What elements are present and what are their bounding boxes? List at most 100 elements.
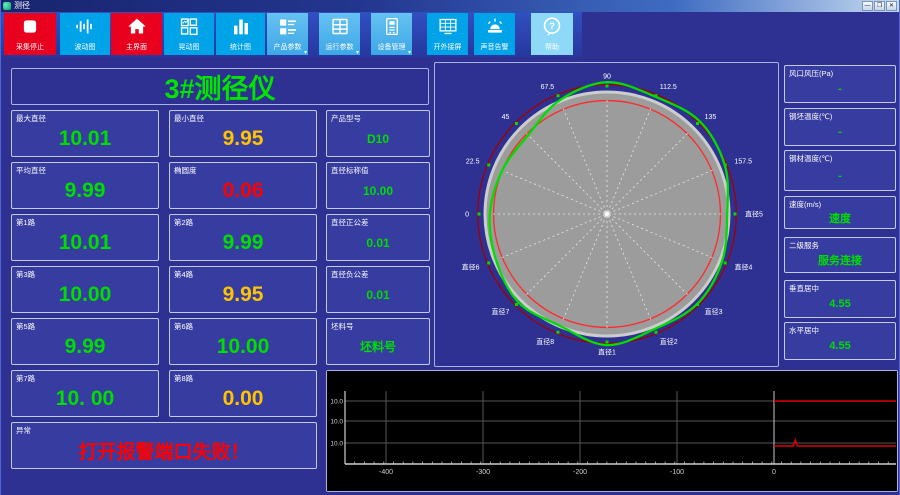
- close-button[interactable]: ✕: [886, 1, 897, 11]
- chevron-down-icon: ▾: [355, 50, 359, 56]
- btn-shake-chart[interactable]: 晃动图: [164, 13, 214, 55]
- metric-cell: 坯料号 坯料号: [326, 318, 430, 365]
- toolbar-button-label: 运行参数: [325, 44, 354, 51]
- metric-cell: 直径标称值 10.00: [326, 162, 430, 209]
- svg-text:0: 0: [465, 212, 469, 219]
- trend-chart-panel: -400 -300 -200 -100 0 10.0 10.0 10.0: [326, 370, 898, 492]
- svg-text:10.0: 10.0: [330, 399, 343, 406]
- svg-text:10.0: 10.0: [330, 441, 343, 448]
- svg-text:直径6: 直径6: [462, 262, 480, 271]
- minimize-button[interactable]: —: [862, 1, 873, 11]
- metric-value: D10: [366, 131, 389, 146]
- toolbar-button-label: 帮助: [545, 44, 559, 51]
- metric-cell: 第8路 0.00: [169, 370, 317, 417]
- svg-text:直径4: 直径4: [734, 262, 752, 271]
- btn-sound-alarm[interactable]: 声音告警: [474, 13, 515, 55]
- screen-icon: [437, 16, 458, 37]
- btn-main-screen[interactable]: 主界面: [111, 13, 162, 55]
- svg-text:112.5: 112.5: [660, 84, 677, 91]
- svg-text:直径2: 直径2: [660, 337, 678, 346]
- svg-text:-200: -200: [573, 469, 587, 476]
- svg-text:直径3: 直径3: [705, 307, 723, 316]
- stop-icon: [20, 16, 41, 37]
- waveform-icon: [75, 16, 96, 37]
- metric-value: 0.06: [222, 178, 264, 202]
- app-icon: [3, 2, 11, 10]
- trend-chart: -400 -300 -200 -100 0 10.0 10.0 10.0: [327, 371, 897, 491]
- metric-cell: 第7路 10. 00: [11, 370, 159, 417]
- metric-cell: 速度(m/s) 速度: [784, 196, 896, 229]
- svg-text:90: 90: [603, 74, 611, 81]
- toolbar-button-label: 设备管理: [377, 44, 406, 51]
- metric-cell: 第6路 10.00: [169, 318, 317, 365]
- metric-value: -: [838, 126, 842, 138]
- help-icon: ?: [542, 16, 563, 37]
- metric-value: 0.01: [366, 287, 390, 302]
- gauge-title-panel: 3#测径仪: [11, 68, 429, 105]
- metric-value: 服务连接: [818, 255, 862, 267]
- btn-product-params[interactable]: 产品参数 ▾: [267, 13, 308, 56]
- alarm-panel: 异常 打开报警端口失败！: [11, 422, 317, 469]
- svg-text:157.5: 157.5: [734, 159, 752, 166]
- metric-value: 9.99: [222, 230, 264, 254]
- metric-cell: 钢坯温度(℃) -: [784, 108, 896, 146]
- window-title: 测径: [14, 1, 30, 10]
- svg-text:10.0: 10.0: [330, 419, 343, 426]
- metric-value: 9.95: [222, 126, 264, 150]
- svg-text:-400: -400: [379, 469, 393, 476]
- btn-stats-chart[interactable]: 统计图: [216, 13, 265, 55]
- metric-cell: 第1路 10.01: [11, 214, 159, 261]
- btn-wave-chart[interactable]: 波动图: [60, 13, 110, 55]
- svg-text:22.5: 22.5: [466, 159, 480, 166]
- svg-text:0: 0: [772, 469, 776, 476]
- btn-help[interactable]: ? 帮助: [531, 13, 573, 55]
- grid-icon: [329, 16, 350, 37]
- metric-value: -: [838, 169, 842, 182]
- metric-cell: 第4路 9.95: [169, 266, 317, 313]
- metric-value: 10.01: [58, 230, 112, 254]
- svg-text:-300: -300: [476, 469, 490, 476]
- metric-value: 10.00: [216, 334, 270, 358]
- metric-cell: 第2路 9.99: [169, 214, 317, 261]
- metric-cell: 第3路 10.00: [11, 266, 159, 313]
- multiwindow-icon: [179, 16, 200, 37]
- toolbar-button-label: 晃动图: [178, 44, 200, 51]
- metric-value: 4.55: [829, 298, 851, 310]
- chevron-down-icon: ▾: [303, 50, 307, 56]
- btn-run-params[interactable]: 运行参数 ▾: [319, 13, 360, 56]
- metric-cell: 最小直径 9.95: [169, 110, 317, 157]
- metric-value: 10. 00: [55, 386, 115, 410]
- metric-cell: 水平居中 4.55: [784, 322, 896, 360]
- titlebar: 测径 — ❐ ✕: [1, 0, 899, 12]
- btn-stop-collect[interactable]: 采集停止: [4, 13, 56, 55]
- metric-cell: 垂直居中 4.55: [784, 280, 896, 318]
- svg-text:-100: -100: [670, 469, 684, 476]
- restore-button[interactable]: ❐: [874, 1, 885, 11]
- diameter-gauge-window: 测径 — ❐ ✕ 采集停止 波动图 主界面 晃动图 统计图 产品参数 ▾ 运行参数 …: [0, 0, 900, 495]
- cross-section-polar-chart: 0 22.5 45 67.5 90 112.5 135 157.5 直径5 直径4 直径3 直径2 直径…: [434, 62, 779, 367]
- svg-text:135: 135: [705, 114, 717, 121]
- svg-text:45: 45: [502, 114, 510, 121]
- svg-text:直径1: 直径1: [598, 348, 616, 357]
- metric-value: 速度: [829, 212, 851, 225]
- toolbar-button-label: 声音告警: [480, 44, 509, 51]
- metric-cell: 最大直径 10.01: [11, 110, 159, 157]
- metric-cell: 直径负公差 0.01: [326, 266, 430, 313]
- toolbar-button-label: 主界面: [126, 44, 147, 51]
- toolbar-button-label: 产品参数: [273, 44, 302, 51]
- metric-value: 坯料号: [359, 340, 396, 354]
- metric-cell: 产品型号 D10: [326, 110, 430, 157]
- list-icon: [277, 16, 298, 37]
- metric-value: 10.00: [362, 183, 394, 198]
- toolbar-button-label: 开外接屏: [433, 44, 462, 51]
- btn-external-screen[interactable]: 开外接屏: [427, 13, 468, 55]
- metric-cell: 平均直径 9.99: [11, 162, 159, 209]
- home-icon: [126, 16, 147, 37]
- metric-value: 10.00: [58, 282, 112, 306]
- gauge-title: 3#测径仪: [164, 74, 276, 104]
- metric-cell: 椭圆度 0.06: [169, 162, 317, 209]
- metric-cell: 第5路 9.99: [11, 318, 159, 365]
- btn-device-mgmt[interactable]: 设备管理 ▾: [371, 13, 412, 56]
- svg-text:直径8: 直径8: [536, 337, 554, 346]
- metric-cell: 风口风压(Pa) -: [784, 65, 896, 103]
